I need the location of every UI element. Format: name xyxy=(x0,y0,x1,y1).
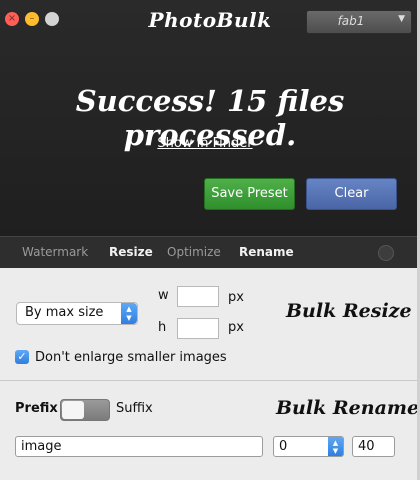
height-label: h xyxy=(158,320,167,335)
photobulk-window: × – PhotoBulk fab1 ▼ Success! 15 files p… xyxy=(0,0,420,480)
tab-optimize[interactable]: Optimize xyxy=(167,245,221,259)
start-number-value: 0 xyxy=(279,439,288,454)
height-unit: px xyxy=(228,320,244,335)
chevron-down-icon: ▼ xyxy=(398,14,405,24)
suffix-label: Suffix xyxy=(116,401,153,416)
dont-enlarge-checkbox[interactable]: ✓ xyxy=(15,350,29,364)
resize-mode-select[interactable]: By max size ▲ ▼ xyxy=(16,302,138,325)
updown-arrows-icon: ▲ ▼ xyxy=(328,437,343,456)
toggle-knob xyxy=(62,401,84,419)
prefix-suffix-toggle[interactable] xyxy=(60,399,110,421)
resize-mode-value: By max size xyxy=(25,305,104,320)
bulk-resize-title: Bulk Resize xyxy=(286,300,412,322)
rename-text-value: image xyxy=(21,439,62,454)
preset-dropdown[interactable]: fab1 ▼ xyxy=(306,10,412,34)
width-input[interactable] xyxy=(177,286,219,307)
tab-resize[interactable]: Resize xyxy=(109,245,153,259)
tab-watermark[interactable]: Watermark xyxy=(22,245,88,259)
save-preset-button[interactable]: Save Preset xyxy=(204,178,295,210)
title-bar: × – PhotoBulk fab1 ▼ xyxy=(0,0,420,40)
height-input[interactable] xyxy=(177,318,219,339)
prefix-label: Prefix xyxy=(15,401,58,416)
preset-dropdown-value: fab1 xyxy=(337,14,365,28)
resize-section: By max size ▲ ▼ w px h px Bulk Resize ✓ D… xyxy=(0,268,420,381)
tab-bar: Watermark Resize Optimize Rename xyxy=(0,236,420,268)
width-label: w xyxy=(158,288,169,303)
count-input[interactable]: 40 xyxy=(352,436,395,457)
header-panel: × – PhotoBulk fab1 ▼ Success! 15 files p… xyxy=(0,0,420,236)
start-number-stepper[interactable]: 0 ▲ ▼ xyxy=(273,436,344,457)
rename-text-input[interactable]: image xyxy=(15,436,263,457)
tab-rename[interactable]: Rename xyxy=(239,245,294,259)
updown-arrows-icon: ▲ ▼ xyxy=(121,303,137,324)
clear-button[interactable]: Clear xyxy=(306,178,397,210)
show-in-finder-link[interactable]: Show in Finder xyxy=(0,136,410,151)
bulk-rename-title: Bulk Rename xyxy=(276,397,420,419)
rename-section: Prefix Suffix Bulk Rename image 0 ▲ ▼ 40 xyxy=(0,381,420,480)
dont-enlarge-label: Don't enlarge smaller images xyxy=(35,350,227,365)
width-unit: px xyxy=(228,290,244,305)
count-value: 40 xyxy=(358,439,375,454)
power-toggle-icon[interactable] xyxy=(378,245,394,261)
